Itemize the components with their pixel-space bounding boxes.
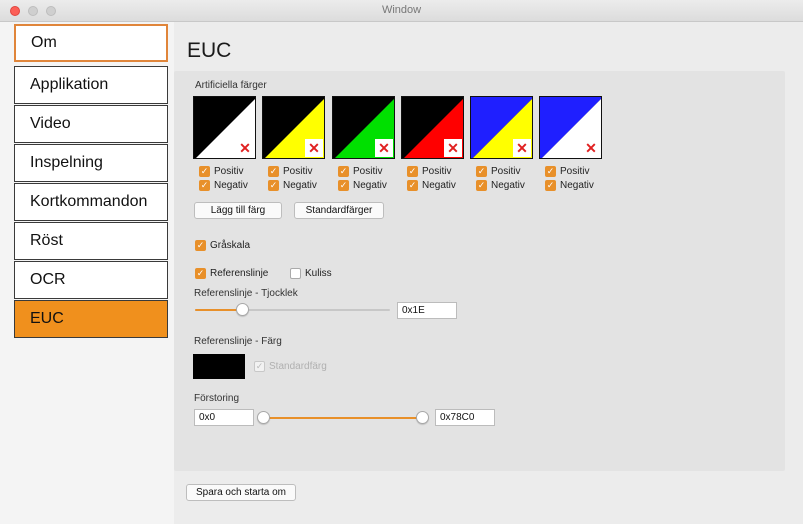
sidebar-item-ocr[interactable]: OCR <box>14 261 168 299</box>
positive-checkbox[interactable]: ✓ Positiv <box>407 166 451 177</box>
window-title: Window <box>381 4 422 16</box>
thickness-slider-fill <box>195 309 242 311</box>
checkbox-check-icon: ✓ <box>268 180 279 191</box>
checkbox-check-icon: ✓ <box>195 240 206 251</box>
checkbox-check-icon: ✓ <box>407 180 418 191</box>
magnification-label: Förstoring <box>194 393 240 404</box>
positive-label: Positiv <box>283 166 313 177</box>
remove-color-icon[interactable]: ✕ <box>513 139 531 157</box>
line-color-well[interactable] <box>193 354 245 379</box>
checkbox-check-icon: ✓ <box>254 361 265 372</box>
remove-color-icon[interactable]: ✕ <box>582 139 600 157</box>
magnification-slider-fill <box>263 417 423 419</box>
negative-label: Negativ <box>422 180 456 191</box>
sidebar: Om Applikation Video Inspelning Kortkomm… <box>0 22 174 524</box>
checkbox-check-icon: ✓ <box>476 166 487 177</box>
negative-checkbox[interactable]: ✓ Negativ <box>476 180 525 191</box>
positive-checkbox[interactable]: ✓ Positiv <box>545 166 589 177</box>
color-swatch[interactable]: ✕ <box>470 96 533 159</box>
backdrop-label: Kuliss <box>305 268 332 279</box>
negative-checkbox[interactable]: ✓ Negativ <box>545 180 594 191</box>
checkbox-check-icon: ✓ <box>268 166 279 177</box>
checkbox-empty-icon <box>290 268 301 279</box>
positive-checkbox[interactable]: ✓ Positiv <box>476 166 520 177</box>
page-title: EUC <box>187 39 232 62</box>
remove-color-icon[interactable]: ✕ <box>305 139 323 157</box>
checkbox-check-icon: ✓ <box>545 166 556 177</box>
reference-line-label: Referenslinje <box>210 268 269 279</box>
artificial-colors-label: Artificiella färger <box>195 80 267 91</box>
positive-label: Positiv <box>560 166 590 177</box>
save-and-restart-button[interactable]: Spara och starta om <box>186 484 296 501</box>
backdrop-checkbox[interactable]: Kuliss <box>290 268 332 279</box>
sidebar-item-om[interactable]: Om <box>14 24 168 62</box>
checkbox-check-icon: ✓ <box>195 268 206 279</box>
reference-line-checkbox[interactable]: ✓ Referenslinje <box>195 268 268 279</box>
magnification-max-knob[interactable] <box>416 411 429 424</box>
color-swatch[interactable]: ✕ <box>539 96 602 159</box>
positive-checkbox[interactable]: ✓ Positiv <box>199 166 243 177</box>
negative-checkbox[interactable]: ✓ Negativ <box>407 180 456 191</box>
negative-checkbox[interactable]: ✓ Negativ <box>268 180 317 191</box>
color-swatch[interactable]: ✕ <box>193 96 256 159</box>
negative-label: Negativ <box>491 180 525 191</box>
negative-checkbox[interactable]: ✓ Negativ <box>338 180 387 191</box>
checkbox-check-icon: ✓ <box>407 166 418 177</box>
checkbox-check-icon: ✓ <box>545 180 556 191</box>
magnification-min-knob[interactable] <box>257 411 270 424</box>
line-color-label: Referenslinje - Färg <box>194 336 282 347</box>
positive-checkbox[interactable]: ✓ Positiv <box>338 166 382 177</box>
checkbox-check-icon: ✓ <box>476 180 487 191</box>
magnification-min-field[interactable]: 0x0 <box>194 409 254 426</box>
positive-label: Positiv <box>214 166 244 177</box>
sidebar-item-applikation[interactable]: Applikation <box>14 66 168 104</box>
sidebar-item-kortkommandon[interactable]: Kortkommandon <box>14 183 168 221</box>
negative-label: Negativ <box>353 180 387 191</box>
grayscale-checkbox[interactable]: ✓ Gråskala <box>195 240 250 251</box>
remove-color-icon[interactable]: ✕ <box>375 139 393 157</box>
positive-label: Positiv <box>491 166 521 177</box>
sidebar-item-video[interactable]: Video <box>14 105 168 143</box>
thickness-label: Referenslinje - Tjocklek <box>194 288 298 299</box>
checkbox-check-icon: ✓ <box>199 166 210 177</box>
thickness-slider-knob[interactable] <box>236 303 249 316</box>
negative-label: Negativ <box>283 180 317 191</box>
checkbox-check-icon: ✓ <box>199 180 210 191</box>
thickness-value-field[interactable]: 0x1E <box>397 302 457 319</box>
color-swatch[interactable]: ✕ <box>262 96 325 159</box>
sidebar-item-rost[interactable]: Röst <box>14 222 168 260</box>
title-bar: Window <box>0 0 803 22</box>
checkbox-check-icon: ✓ <box>338 166 349 177</box>
positive-label: Positiv <box>353 166 383 177</box>
sidebar-item-inspelning[interactable]: Inspelning <box>14 144 168 182</box>
default-color-label: Standardfärg <box>269 361 327 372</box>
negative-label: Negativ <box>560 180 594 191</box>
add-color-button[interactable]: Lägg till färg <box>194 202 282 219</box>
sidebar-item-euc[interactable]: EUC <box>14 300 168 338</box>
positive-checkbox[interactable]: ✓ Positiv <box>268 166 312 177</box>
grayscale-label: Gråskala <box>210 240 251 251</box>
color-swatch[interactable]: ✕ <box>401 96 464 159</box>
magnification-max-field[interactable]: 0x78C0 <box>435 409 495 426</box>
default-colors-button[interactable]: Standardfärger <box>294 202 384 219</box>
remove-color-icon[interactable]: ✕ <box>236 139 254 157</box>
negative-label: Negativ <box>214 180 248 191</box>
remove-color-icon[interactable]: ✕ <box>444 139 462 157</box>
checkbox-check-icon: ✓ <box>338 180 349 191</box>
color-swatch[interactable]: ✕ <box>332 96 395 159</box>
positive-label: Positiv <box>422 166 452 177</box>
default-color-checkbox: ✓ Standardfärg <box>254 361 327 372</box>
negative-checkbox[interactable]: ✓ Negativ <box>199 180 248 191</box>
